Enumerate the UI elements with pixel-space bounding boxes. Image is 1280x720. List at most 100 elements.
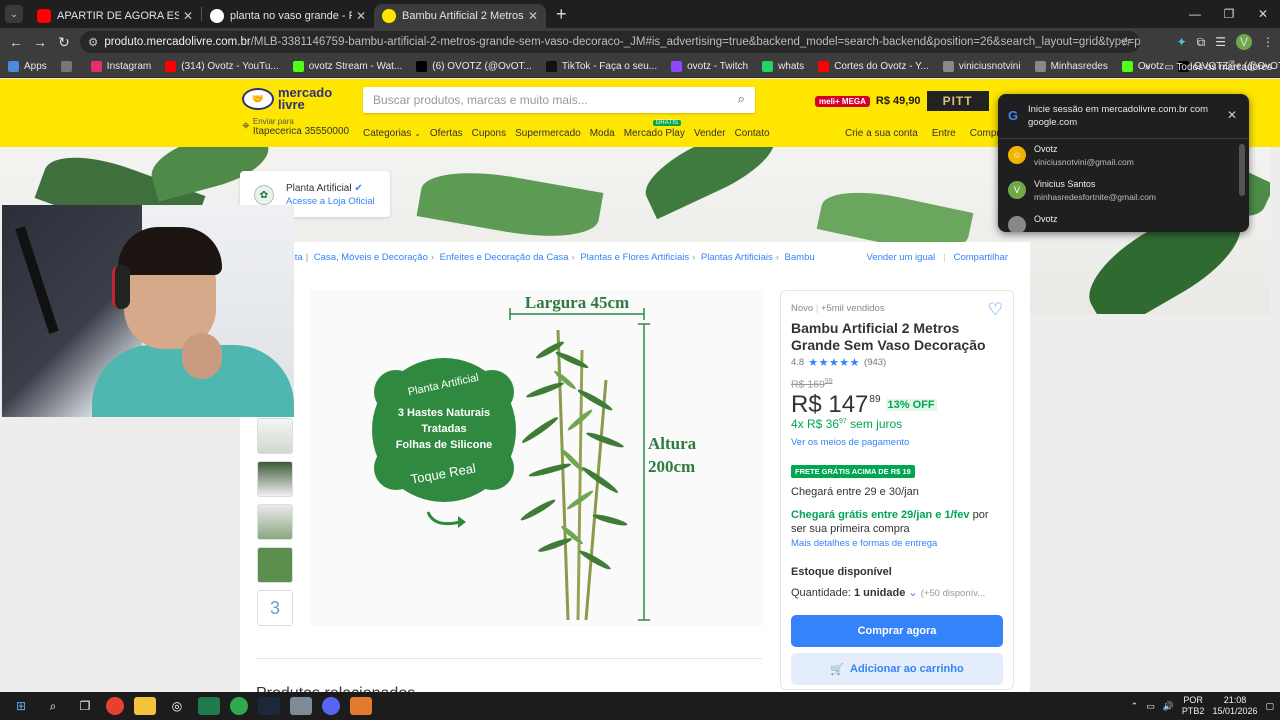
payment-methods-link[interactable]: Ver os meios de pagamento: [791, 437, 909, 448]
chrome-profile-icon[interactable]: [230, 697, 248, 715]
gallery-more-thumbnails[interactable]: 3: [257, 590, 293, 626]
breadcrumb-item[interactable]: Plantas e Flores Artificiais: [580, 252, 689, 263]
windows-start-icon[interactable]: ⊞: [10, 697, 32, 715]
more-bookmarks-button[interactable]: »: [1145, 62, 1151, 73]
close-tab-icon[interactable]: ✕: [528, 9, 538, 23]
gallery-thumbnail[interactable]: [257, 418, 293, 454]
gallery-thumbnail[interactable]: [257, 547, 293, 583]
delivery-details-link[interactable]: Mais detalhes e formas de entrega: [791, 538, 937, 549]
restore-icon[interactable]: ❐: [1212, 0, 1246, 28]
create-account-link[interactable]: Crie a sua conta: [845, 128, 918, 139]
tab-search-button[interactable]: ⌄: [5, 5, 23, 23]
site-info-icon[interactable]: ⚙: [88, 35, 98, 49]
steam-icon[interactable]: [258, 697, 280, 715]
bookmark-item[interactable]: Apps: [8, 61, 47, 72]
close-tab-icon[interactable]: ✕: [356, 9, 366, 23]
task-view-icon[interactable]: ❐: [74, 697, 96, 715]
sell-similar-link[interactable]: Vender um igual: [866, 252, 935, 263]
bookmark-favicon-icon: [90, 61, 102, 72]
bookmark-item[interactable]: TikTok - Faça o seu...: [545, 61, 657, 72]
gallery-thumbnail[interactable]: [257, 504, 293, 540]
google-signin-popup: G Inicie sessão em mercadolivre.com.br c…: [998, 94, 1249, 232]
browser-tab[interactable]: APARTIR DE AGORA ESSE BAILE ✕: [29, 4, 201, 28]
bookmark-item[interactable]: [60, 61, 77, 72]
mercadolivre-logo[interactable]: 🤝 mercado livre: [242, 86, 332, 111]
leaf-decoration: [635, 147, 785, 220]
gallery-thumbnail[interactable]: [257, 461, 293, 497]
bookmark-item[interactable]: whats: [762, 61, 804, 72]
bookmark-item[interactable]: Minhasredes: [1034, 61, 1108, 72]
chevron-up-icon[interactable]: ⌃: [1131, 701, 1139, 712]
promo-banner[interactable]: meli+ MEGA R$ 49,90 PITT: [815, 91, 989, 111]
app-icon[interactable]: [350, 697, 372, 715]
product-rating[interactable]: 4.8 ★★★★★ (943): [791, 356, 886, 369]
terminal-icon[interactable]: [198, 697, 220, 715]
clock[interactable]: 21:08 15/01/2026: [1212, 695, 1257, 717]
nav-categorias[interactable]: Categorias ⌄: [363, 128, 421, 139]
favorite-heart-icon[interactable]: ♡: [988, 300, 1003, 320]
extensions-puzzle-icon[interactable]: ⧉: [1197, 35, 1206, 50]
nav-contato[interactable]: Contato: [735, 128, 770, 139]
bookmark-favicon-icon: [165, 61, 177, 72]
close-tab-icon[interactable]: ✕: [183, 9, 193, 23]
breadcrumb-item[interactable]: Bambu: [785, 252, 815, 263]
close-icon[interactable]: ✕: [1227, 108, 1237, 122]
nav-ofertas[interactable]: Ofertas: [430, 128, 463, 139]
reload-icon[interactable]: ↻: [52, 34, 76, 51]
bookmark-item[interactable]: (314) Ovotz - YouTu...: [165, 61, 279, 72]
nav-vender[interactable]: Vender: [694, 128, 726, 139]
minimize-icon[interactable]: —: [1178, 0, 1212, 28]
address-bar[interactable]: ⚙ produto.mercadolivre.com.br /MLB-33811…: [80, 31, 1140, 53]
discord-icon[interactable]: [322, 697, 340, 715]
bookmark-item[interactable]: (6) OVOTZ (@OvOT...: [416, 61, 532, 72]
login-link[interactable]: Entre: [932, 128, 956, 139]
new-tab-button[interactable]: +: [556, 4, 567, 25]
search-icon[interactable]: ⌕: [738, 91, 745, 107]
add-to-cart-button[interactable]: 🛒 Adicionar ao carrinho: [791, 653, 1003, 685]
chrome-icon[interactable]: [106, 697, 124, 715]
bookmark-item[interactable]: Instagram: [90, 61, 151, 72]
google-account-option[interactable]: ☺ Ovotz viniciusnotvini@gmail.com: [1006, 142, 1236, 172]
bookmark-item[interactable]: ovotz - Twitch: [671, 61, 748, 72]
reading-list-icon[interactable]: ☰: [1215, 35, 1226, 49]
browser-tab-active[interactable]: Bambu Artificial 2 Metros Gran ✕: [374, 4, 546, 28]
browser-menu-icon[interactable]: ⋮: [1262, 35, 1274, 49]
breadcrumb-item[interactable]: Plantas Artificiais: [701, 252, 773, 263]
network-icon[interactable]: ▭: [1146, 701, 1155, 712]
profile-avatar[interactable]: V: [1236, 34, 1252, 50]
buy-now-button[interactable]: Comprar agora: [791, 615, 1003, 647]
extension-icon[interactable]: ✦: [1177, 35, 1187, 49]
nav-moda[interactable]: Moda: [590, 128, 615, 139]
app-icon[interactable]: [290, 697, 312, 715]
quantity-selector[interactable]: Quantidade: 1 unidade ⌄ (+50 disponív...: [791, 586, 985, 599]
breadcrumb-item[interactable]: Casa, Móveis e Decoração: [314, 252, 428, 263]
bookmark-item[interactable]: viniciusnotvini: [942, 61, 1021, 72]
share-link[interactable]: Compartilhar: [954, 252, 1008, 263]
google-account-option[interactable]: Ovotz: [1006, 212, 1236, 232]
search-icon[interactable]: ⌕: [42, 697, 64, 715]
breadcrumb-item[interactable]: Enfeites e Decoração da Casa: [440, 252, 569, 263]
nav-cupons[interactable]: Cupons: [472, 128, 506, 139]
browser-tab[interactable]: planta no vaso grande - Pesqui ✕: [202, 4, 374, 28]
bookmark-star-icon[interactable]: ☆: [1120, 34, 1132, 50]
store-link[interactable]: Acesse a Loja Oficial: [286, 196, 375, 207]
bookmark-item[interactable]: Cortes do Ovotz - Y...: [818, 61, 929, 72]
volume-icon[interactable]: 🔊: [1163, 701, 1174, 712]
all-bookmarks-folder[interactable]: ▭ Todos os marcadores: [1164, 62, 1272, 73]
close-window-icon[interactable]: ✕: [1246, 0, 1280, 28]
popup-scrollbar[interactable]: [1239, 144, 1245, 196]
forward-icon[interactable]: →: [28, 34, 52, 50]
nav-supermercado[interactable]: Supermercado: [515, 128, 581, 139]
file-explorer-icon[interactable]: [134, 697, 156, 715]
bookmark-item[interactable]: ovotz Stream - Wat...: [292, 61, 402, 72]
back-icon[interactable]: ←: [4, 34, 28, 50]
search-input[interactable]: Buscar produtos, marcas e muito mais... …: [363, 87, 755, 113]
language-indicator[interactable]: POR PTB2: [1182, 695, 1205, 717]
delivery-location[interactable]: ⌖ Enviar para Itapecerica 35550000: [242, 117, 349, 137]
nav-mercado-play[interactable]: GRÁTIS Mercado Play: [624, 120, 685, 139]
google-account-option[interactable]: V Vinicius Santos minhasredesfortnite@gm…: [1006, 177, 1236, 207]
app-icon[interactable]: ◎: [166, 697, 188, 715]
notifications-icon[interactable]: ▢: [1265, 701, 1274, 712]
height-label-1: Altura: [648, 434, 697, 453]
product-main-image[interactable]: Largura 45cm Altura 200cm Planta Artific…: [310, 290, 764, 626]
